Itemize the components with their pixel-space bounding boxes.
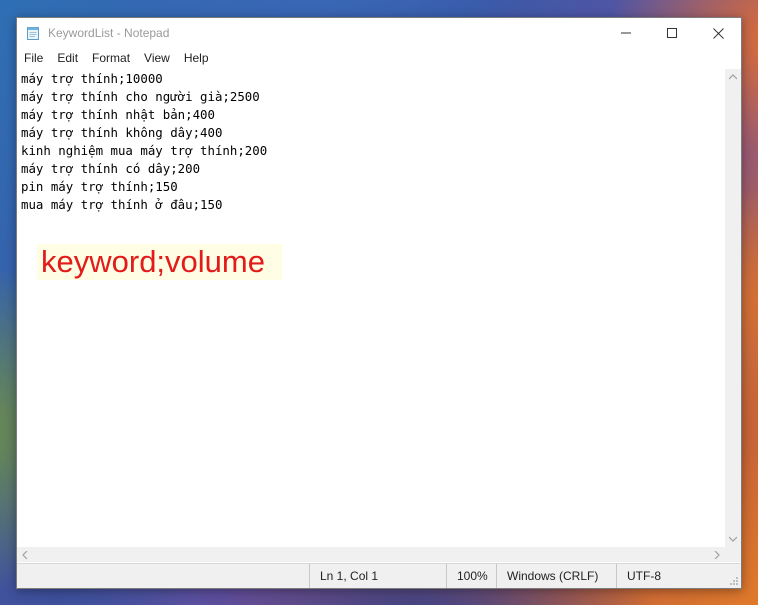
menu-format[interactable]: Format	[85, 48, 137, 68]
resize-grip-icon[interactable]	[729, 576, 739, 586]
text-line: máy trợ thính cho người già;2500	[21, 89, 260, 104]
text-editor[interactable]: máy trợ thính;10000 máy trợ thính cho ng…	[17, 69, 725, 547]
line-ending: Windows (CRLF)	[496, 564, 615, 588]
scroll-up-icon[interactable]	[729, 74, 737, 80]
zoom-level: 100%	[446, 564, 495, 588]
scroll-left-icon[interactable]	[22, 551, 28, 559]
window-title: KeywordList - Notepad	[48, 26, 170, 40]
text-line: kinh nghiệm mua máy trợ thính;200	[21, 143, 268, 158]
text-line: máy trợ thính nhật bản;400	[21, 107, 215, 122]
menu-view[interactable]: View	[137, 48, 177, 68]
notepad-icon	[27, 27, 39, 40]
text-line: máy trợ thính có dây;200	[21, 161, 201, 176]
menu-edit[interactable]: Edit	[50, 48, 85, 68]
text-line: máy trợ thính;10000	[21, 71, 163, 86]
horizontal-scrollbar[interactable]	[17, 547, 725, 562]
text-line: mua máy trợ thính ở đâu;150	[21, 197, 223, 212]
scroll-right-icon[interactable]	[714, 551, 720, 559]
text-line: máy trợ thính không dây;400	[21, 125, 223, 140]
minimize-icon	[621, 32, 631, 34]
menu-file[interactable]: File	[17, 48, 50, 68]
scroll-down-icon[interactable]	[729, 536, 737, 542]
menu-bar: File Edit Format View Help	[17, 48, 741, 68]
notepad-window: KeywordList - Notepad File Edit Format V…	[16, 17, 742, 589]
title-bar[interactable]: KeywordList - Notepad	[17, 18, 741, 48]
menu-help[interactable]: Help	[177, 48, 216, 68]
maximize-button[interactable]	[649, 18, 695, 48]
scrollbar-corner	[725, 547, 741, 562]
maximize-icon	[667, 28, 677, 38]
encoding: UTF-8	[616, 564, 727, 588]
vertical-scrollbar[interactable]	[725, 69, 741, 547]
cursor-position: Ln 1, Col 1	[309, 564, 445, 588]
close-button[interactable]	[695, 18, 741, 48]
status-bar: Ln 1, Col 1 100% Windows (CRLF) UTF-8	[17, 563, 741, 588]
minimize-button[interactable]	[603, 18, 649, 48]
close-icon	[712, 27, 724, 39]
text-line: pin máy trợ thính;150	[21, 179, 178, 194]
format-annotation: keyword;volume	[37, 244, 282, 280]
